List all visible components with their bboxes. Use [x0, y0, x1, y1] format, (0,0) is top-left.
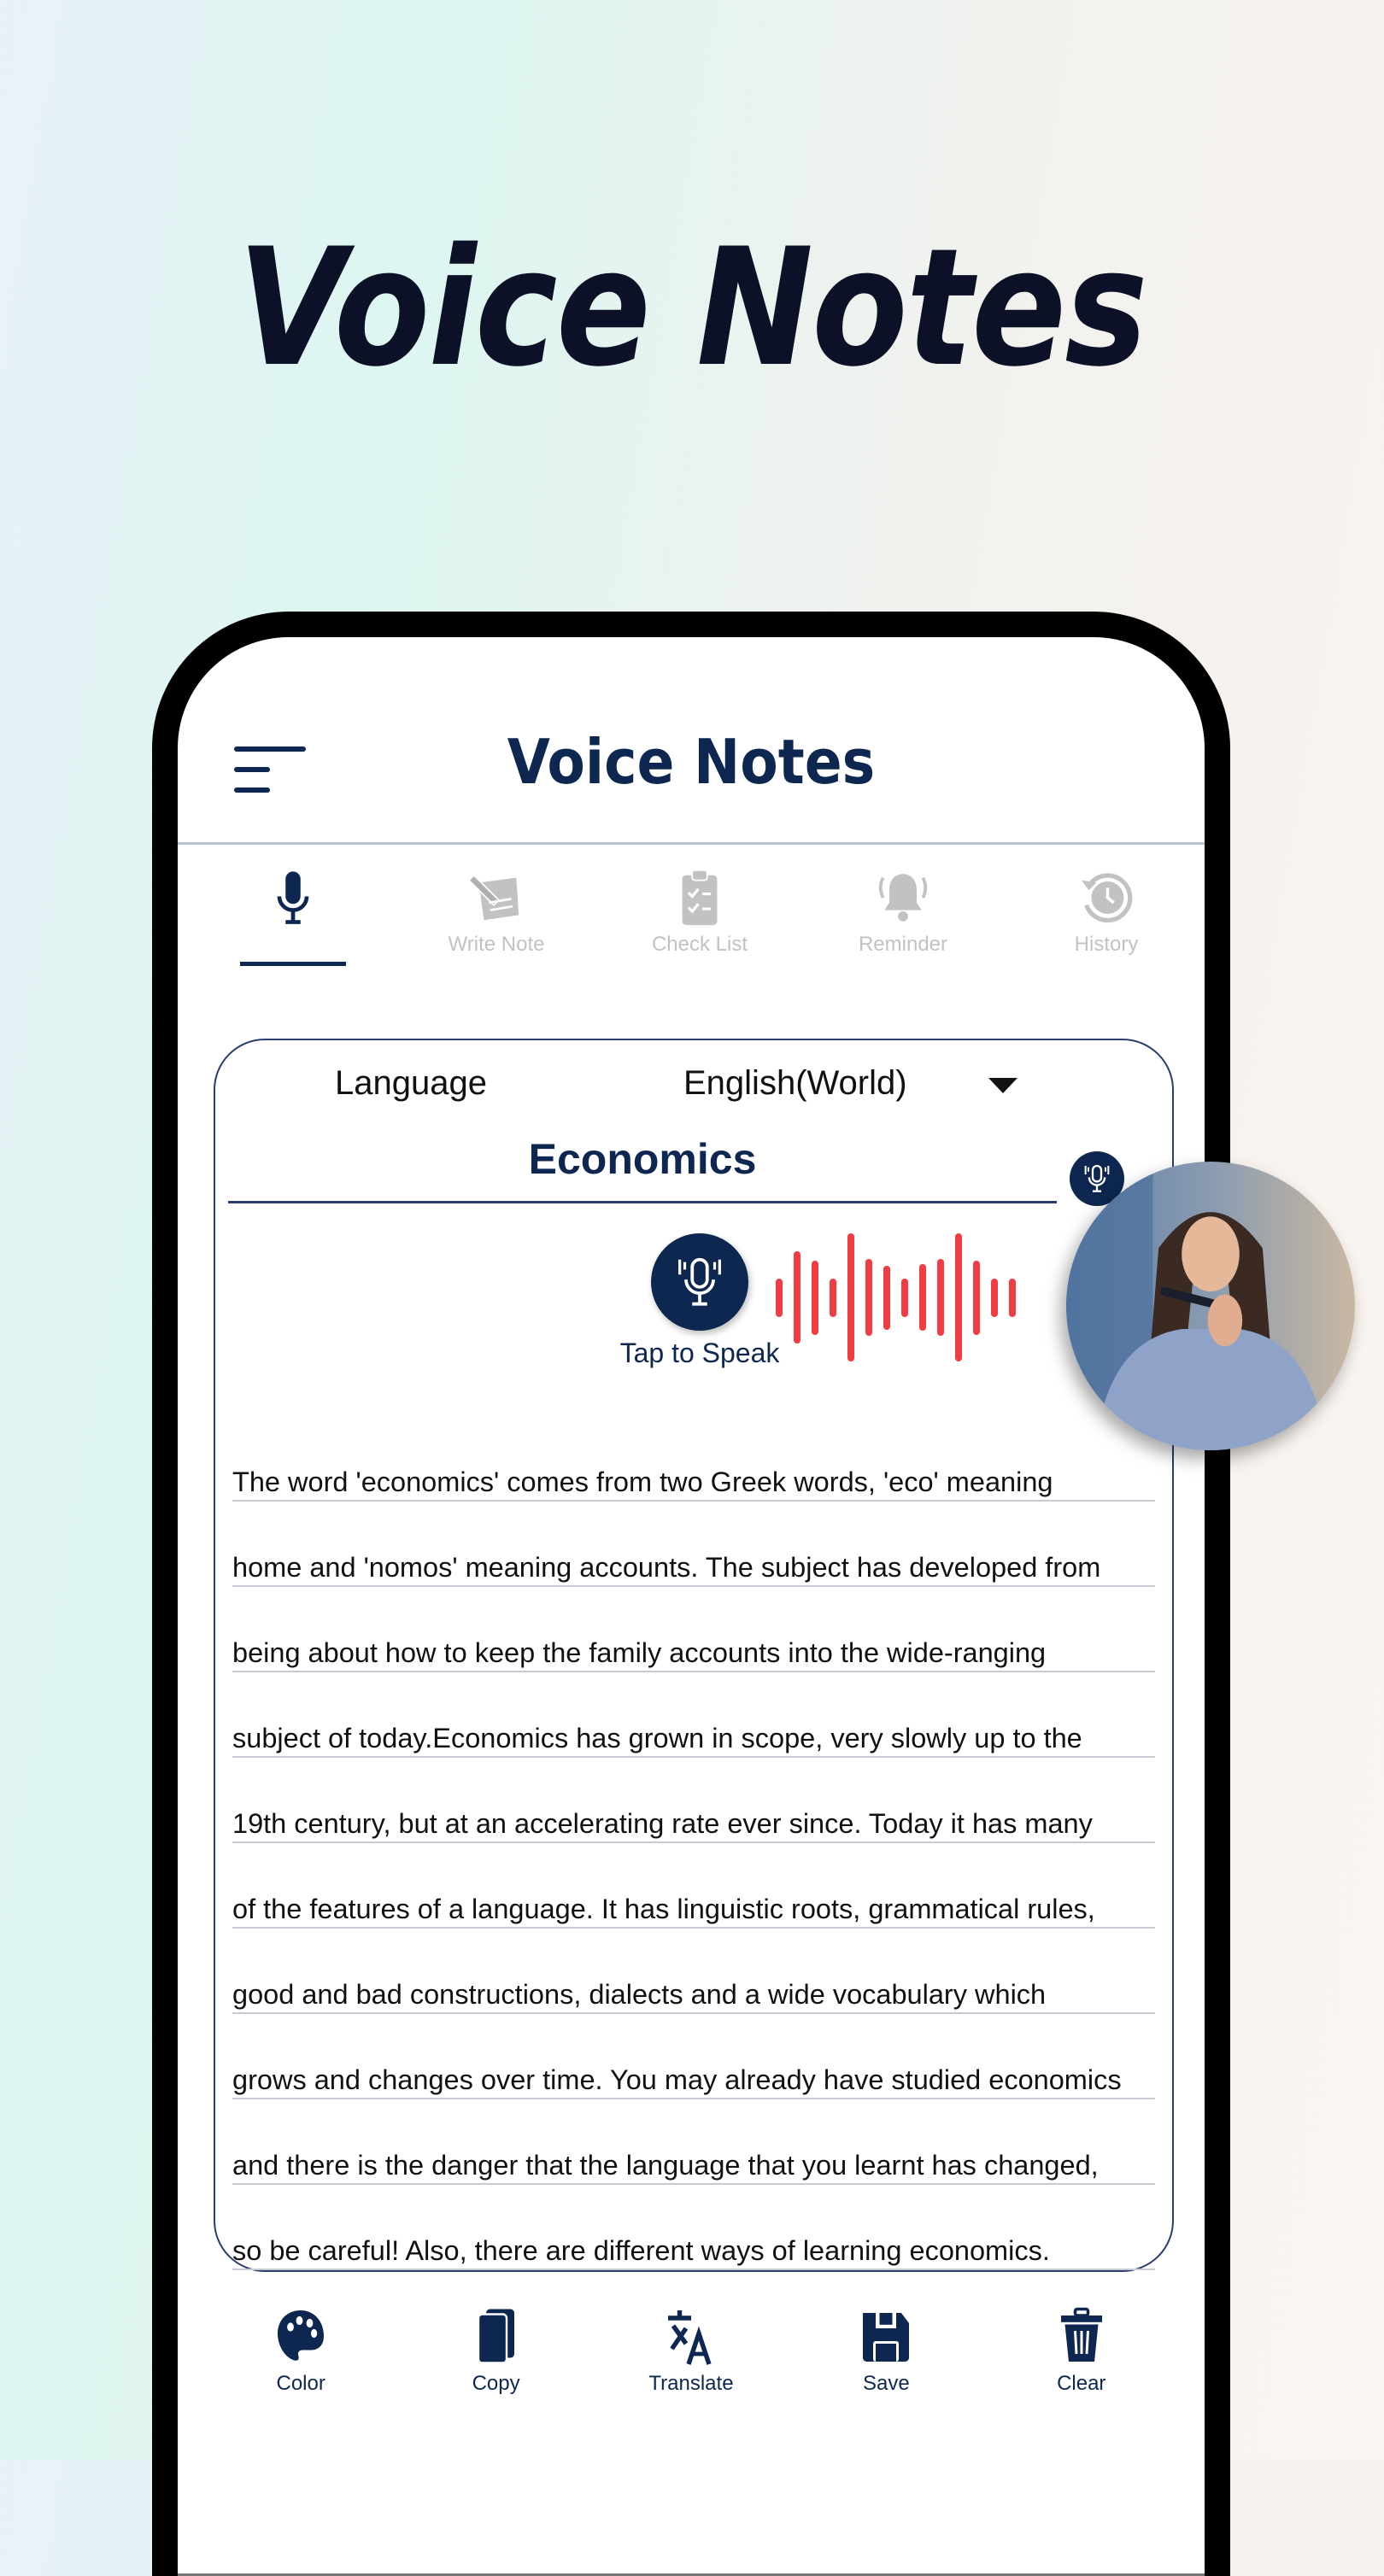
waveform-bar [883, 1266, 890, 1330]
waveform-bar [919, 1264, 926, 1331]
text-line-content: The word 'economics' comes from two Gree… [232, 1467, 1053, 1497]
tool-label: Save [863, 2372, 910, 2395]
active-tab-indicator [240, 962, 346, 966]
bell-icon [878, 874, 928, 922]
note-title-input[interactable]: Economics [228, 1134, 1057, 1184]
waveform-bar [812, 1261, 818, 1335]
checklist-icon [682, 869, 718, 926]
tap-to-speak-label: Tap to Speak [619, 1338, 780, 1368]
tab-bar: Write Note Check List Reminder History [229, 868, 1170, 979]
translate-button[interactable]: Translate [631, 2305, 751, 2396]
palette-icon [278, 2310, 325, 2361]
bottom-toolbar: Color Copy Translate Save Clear [178, 2305, 1205, 2396]
tool-label: Clear [1057, 2372, 1106, 2395]
tab-reminder[interactable]: Reminder [839, 868, 967, 979]
waveform-bar [830, 1279, 836, 1317]
translate-icon [667, 2310, 712, 2365]
tab-label: History [1074, 933, 1139, 956]
text-line: grows and changes over time. You may alr… [232, 2014, 1155, 2099]
tab-write-note[interactable]: Write Note [432, 868, 560, 979]
waveform-bar [847, 1233, 854, 1361]
text-line-content: home and 'nomos' meaning accounts. The s… [232, 1552, 1101, 1583]
write-note-icon [467, 874, 519, 921]
text-line: The word 'economics' comes from two Gree… [232, 1416, 1155, 1502]
tab-label: Reminder [858, 933, 948, 956]
tab-voice[interactable] [229, 868, 357, 979]
woman-speaking-photo [1066, 1162, 1355, 1450]
text-line: so be careful! Also, there are different… [232, 2185, 1155, 2270]
text-line: good and bad constructions, dialects and… [232, 1929, 1155, 2014]
tool-label: Color [276, 2372, 325, 2395]
waveform-bar [776, 1279, 783, 1317]
text-line-content: subject of today.Economics has grown in … [232, 1723, 1082, 1753]
waveform-bar [865, 1259, 872, 1336]
dropdown-arrow-icon[interactable] [988, 1078, 1017, 1093]
language-label: Language [335, 1064, 487, 1102]
text-line-content: of the features of a language. It has li… [232, 1894, 1095, 1924]
text-line: subject of today.Economics has grown in … [232, 1672, 1155, 1758]
text-line-content: good and bad constructions, dialects and… [232, 1979, 1047, 2010]
text-line-content: grows and changes over time. You may alr… [232, 2064, 1122, 2095]
text-line: being about how to keep the family accou… [232, 1587, 1155, 1672]
tab-label: Check List [651, 933, 748, 956]
tab-history[interactable]: History [1042, 868, 1170, 979]
copy-icon [477, 2309, 514, 2364]
waveform-bar [1009, 1279, 1016, 1317]
text-line-content: being about how to keep the family accou… [232, 1637, 1047, 1668]
language-select[interactable]: English(World) [683, 1064, 907, 1103]
text-line-content: 19th century, but at an accelerating rat… [232, 1808, 1093, 1839]
tab-check-list[interactable]: Check List [636, 868, 764, 979]
history-icon [1081, 873, 1133, 923]
text-line: 19th century, but at an accelerating rat… [232, 1758, 1155, 1843]
note-body-text[interactable]: The word 'economics' comes from two Gree… [232, 1416, 1155, 2270]
tab-label: Write Note [448, 933, 545, 956]
text-line: and there is the danger that the languag… [232, 2099, 1155, 2185]
tool-label: Translate [648, 2372, 734, 2395]
text-line: of the features of a language. It has li… [232, 1843, 1155, 1929]
text-line: home and 'nomos' meaning accounts. The s… [232, 1502, 1155, 1587]
waveform-bar [973, 1261, 980, 1335]
trash-icon [1060, 2307, 1102, 2362]
note-editor-card: Language English(World) Economics Tap to… [214, 1039, 1174, 2272]
promo-photo [1066, 1162, 1355, 1450]
microphone-icon [678, 1257, 721, 1306]
title-underline [228, 1201, 1057, 1203]
tool-label: Copy [472, 2372, 520, 2395]
app-title: Voice Notes [507, 726, 876, 798]
microphone-icon [1084, 1164, 1110, 1192]
copy-button[interactable]: Copy [437, 2305, 556, 2396]
app-screen: Voice Notes Write Note Check List Remind… [178, 637, 1205, 2576]
microphone-icon [277, 871, 309, 924]
color-button[interactable]: Color [241, 2305, 361, 2396]
tap-to-speak-button[interactable] [651, 1233, 748, 1331]
waveform-bar [955, 1233, 962, 1361]
waveform-bar [991, 1279, 998, 1317]
clear-button[interactable]: Clear [1022, 2305, 1141, 2396]
phone-frame: Voice Notes Write Note Check List Remind… [152, 612, 1230, 2576]
waveform-bar [794, 1251, 800, 1344]
header-divider [178, 842, 1205, 845]
save-icon [863, 2313, 910, 2362]
waveform-bar [937, 1259, 944, 1336]
text-line-content: so be careful! Also, there are different… [232, 2235, 1050, 2266]
audio-waveform [776, 1233, 1032, 1361]
save-button[interactable]: Save [826, 2305, 946, 2396]
hero-title: Voice Notes [238, 214, 1147, 402]
text-line-content: and there is the danger that the languag… [232, 2150, 1099, 2181]
waveform-bar [901, 1279, 908, 1317]
